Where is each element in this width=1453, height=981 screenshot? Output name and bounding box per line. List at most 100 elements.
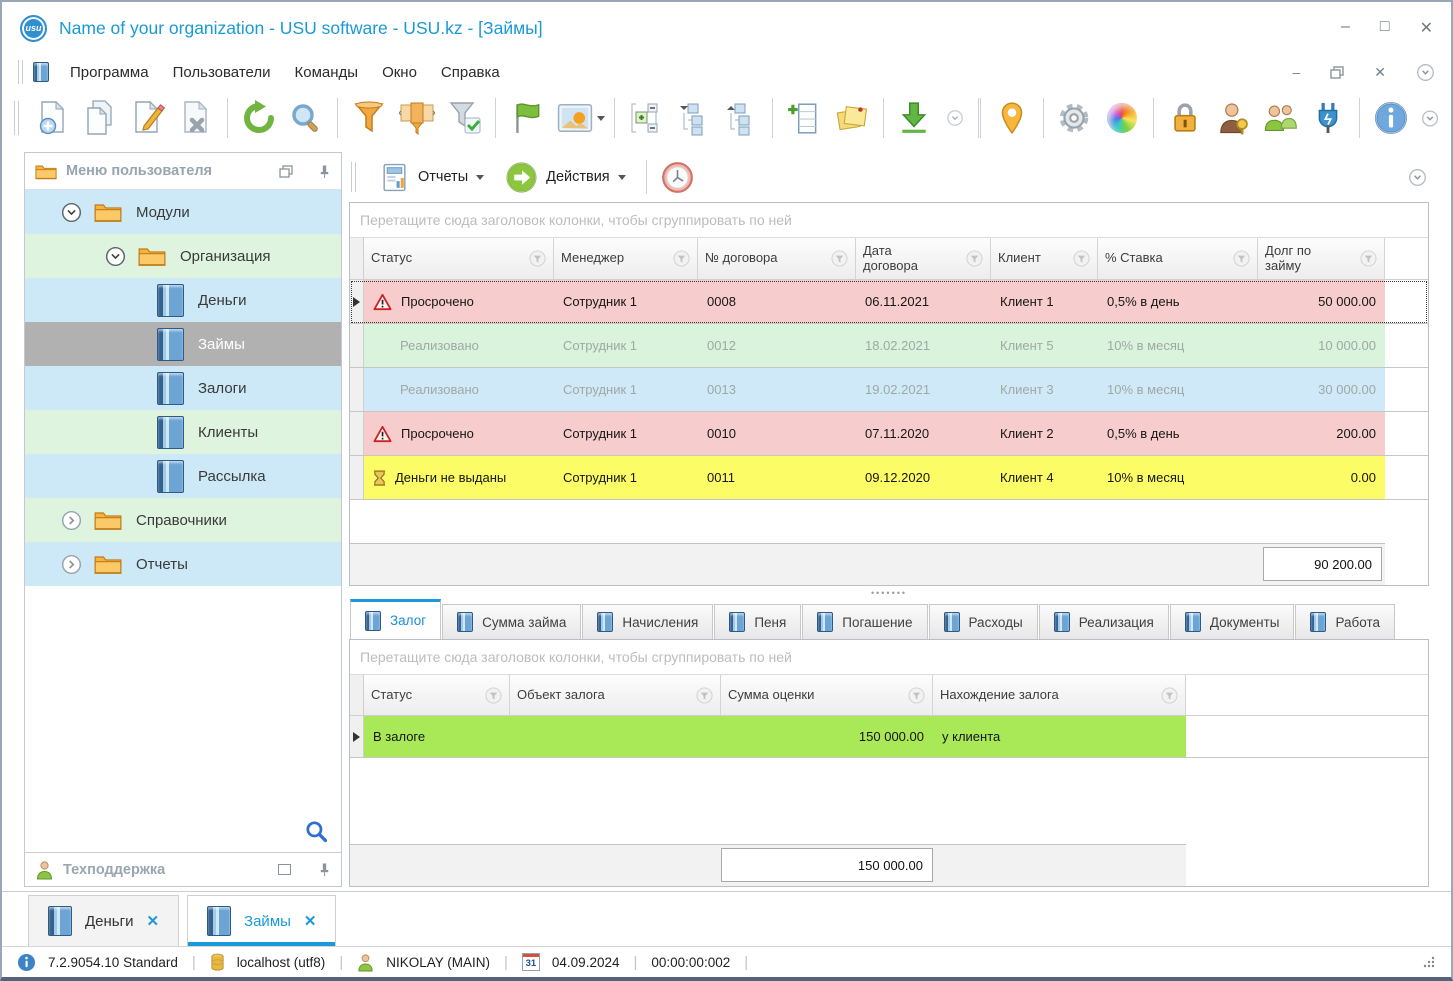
menu-drag-handle[interactable] [18,60,23,84]
user-permissions-icon[interactable] [1211,95,1255,141]
tree-item-loans-selected[interactable]: Займы [25,322,341,366]
filter-icon[interactable] [966,250,983,267]
window-tab-loans[interactable]: Займы ✕ [187,895,337,946]
collapse-tree-down-icon[interactable] [672,95,716,141]
tab-repayment[interactable]: Погашение [802,604,928,639]
image-dropdown-caret[interactable] [596,115,605,121]
tab-documents[interactable]: Документы [1169,604,1295,639]
close-button[interactable]: ✕ [1420,18,1433,38]
tab-expenses[interactable]: Расходы [928,604,1038,639]
support-maximize-icon[interactable] [278,864,291,875]
search-icon[interactable] [285,95,329,141]
filter-icon[interactable] [1073,250,1090,267]
minimize-button[interactable]: – [1341,18,1350,38]
expand-icon[interactable] [61,554,82,575]
reports-dropdown[interactable]: Отчеты [373,159,490,196]
actions-dropdown[interactable]: Действия [499,158,632,197]
tab-work[interactable]: Работа [1295,604,1396,639]
settings-gear-icon[interactable] [1053,95,1097,141]
filter-columns-icon[interactable] [395,95,439,141]
column-header-amount[interactable]: Сумма оценки [721,675,933,715]
group-by-bar[interactable]: Перетащите сюда заголовок колонки, чтобы… [350,640,1428,675]
column-header-location[interactable]: Нахождение залога [933,675,1186,715]
resize-grip[interactable] [1421,955,1436,970]
column-header-debt[interactable]: Долг по займу [1258,238,1385,279]
column-header-contract[interactable]: № договора [698,238,856,279]
delete-document-icon[interactable] [174,95,218,141]
filter-icon[interactable] [485,686,502,704]
grid-toolbar-handle[interactable] [351,162,356,192]
menu-commands[interactable]: Команды [284,59,370,86]
menu-program[interactable]: Программа [59,59,160,86]
tree-item-reports[interactable]: Отчеты [25,542,341,586]
copy-document-icon[interactable] [79,95,123,141]
tab-penalty[interactable]: Пеня [714,604,802,639]
group-by-bar[interactable]: Перетащите сюда заголовок колонки, чтобы… [350,203,1428,238]
status-info-icon[interactable] [17,953,36,972]
table-row[interactable]: В залоге 150 000.00 у клиента [350,716,1428,758]
column-header-manager[interactable]: Менеджер [554,238,698,279]
menu-help[interactable]: Справка [430,59,511,86]
panel-pin-icon[interactable] [318,164,331,179]
close-tab-icon[interactable]: ✕ [304,912,317,930]
maximize-button[interactable]: □ [1380,18,1390,38]
expand-icon[interactable] [61,510,82,531]
expand-tree-icon[interactable] [624,95,668,141]
close-tab-icon[interactable]: ✕ [146,912,159,930]
toolbar-overflow-icon[interactable] [1421,109,1439,128]
filter-icon[interactable] [1161,686,1178,704]
menu-window[interactable]: Окно [371,59,428,86]
filter-icon[interactable] [831,250,848,267]
tree-item-clients[interactable]: Клиенты [25,410,341,454]
tree-item-pledges[interactable]: Залоги [25,366,341,410]
column-header-date[interactable]: Дата договора [856,238,991,279]
panel-restore-icon[interactable] [279,164,293,178]
grid-toolbar-overflow-icon[interactable] [1408,168,1427,187]
tree-search-icon[interactable] [305,820,328,843]
filter-apply-icon[interactable] [443,95,487,141]
location-pin-icon[interactable] [990,95,1034,141]
tree-item-modules[interactable]: Модули [25,190,341,234]
table-row[interactable]: Реализовано Сотрудник 1 0012 18.02.2021 … [350,324,1428,368]
edit-document-icon[interactable] [126,95,170,141]
refresh-icon[interactable] [237,95,281,141]
column-header-client[interactable]: Клиент [991,238,1098,279]
table-row[interactable]: Просрочено Сотрудник 1 0008 06.11.2021 К… [350,280,1428,324]
table-row[interactable]: Реализовано Сотрудник 1 0013 19.02.2021 … [350,368,1428,412]
collapse-tree-up-icon[interactable] [719,95,763,141]
table-row[interactable]: Просрочено Сотрудник 1 0010 07.11.2020 К… [350,412,1428,456]
filter-icon[interactable] [1360,250,1377,267]
add-column-icon[interactable] [782,95,826,141]
table-row[interactable]: Деньги не выданы Сотрудник 1 0011 09.12.… [350,456,1428,500]
panel-splitter[interactable]: ••••••• [349,586,1429,599]
collapse-icon[interactable] [105,246,126,267]
column-header-rate[interactable]: % Ставка [1098,238,1258,279]
filter-icon[interactable] [347,95,391,141]
tab-loan-amount[interactable]: Сумма займа [442,604,582,639]
tab-realization[interactable]: Реализация [1038,604,1169,639]
column-header-status[interactable]: Статус [364,238,554,279]
window-tab-money[interactable]: Деньги ✕ [28,895,180,946]
lock-icon[interactable] [1163,95,1207,141]
new-document-icon[interactable] [31,95,75,141]
mdi-close-button[interactable]: ✕ [1374,64,1386,81]
filter-icon[interactable] [673,250,690,267]
column-header-status[interactable]: Статус [364,675,510,715]
scheduler-clock-icon[interactable] [661,161,694,194]
toolbar-drag-handle[interactable] [14,101,19,135]
mdi-restore-button[interactable] [1330,65,1344,79]
tree-item-directories[interactable]: Справочники [25,498,341,542]
info-icon[interactable] [1369,95,1413,141]
filter-icon[interactable] [908,686,925,704]
plugin-icon[interactable] [1306,95,1350,141]
tech-support-bar[interactable]: Техподдержка [25,852,341,886]
menu-users[interactable]: Пользователи [162,59,282,86]
image-icon[interactable] [553,95,597,141]
color-palette-icon[interactable] [1100,95,1144,141]
collapse-icon[interactable] [61,202,82,223]
support-pin-icon[interactable] [318,862,331,877]
tree-item-mailing[interactable]: Рассылка [25,454,341,498]
notes-icon[interactable] [830,95,874,141]
filter-icon[interactable] [1233,250,1250,267]
menu-overflow-icon[interactable] [1416,63,1435,82]
